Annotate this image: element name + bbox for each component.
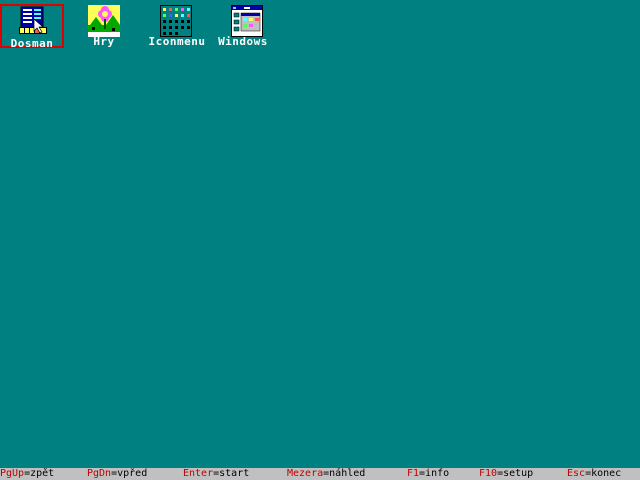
icon-label-hry: Hry (93, 35, 115, 48)
icon-label-windows: Windows (218, 35, 268, 48)
status-bar: PgUp=zpět PgDn=vpřed Enter=start Mezera=… (0, 468, 640, 480)
hint-pgup[interactable]: PgUp=zpět (0, 468, 54, 480)
hint-esc[interactable]: Esc=konec (567, 468, 621, 480)
iconmenu-grid-icon (160, 5, 192, 37)
desktop-icon-iconmenu[interactable]: Iconmenu (144, 4, 210, 48)
hint-key-f1: F1 (407, 468, 420, 479)
hint-key-pgup: PgUp (0, 468, 25, 479)
hint-pgdn[interactable]: PgDn=vpřed (87, 468, 147, 480)
hint-f1[interactable]: F1=info (407, 468, 449, 480)
hint-action-info: info (425, 468, 450, 479)
icon-label-dosman: Dosman (10, 37, 54, 50)
desktop: Dosman Hry Iconmenu Windows (0, 0, 640, 468)
desktop-icon-hry[interactable]: Hry (80, 4, 128, 48)
hint-mezera[interactable]: Mezera=náhled (287, 468, 365, 480)
hint-key-f10: F10 (479, 468, 498, 479)
desktop-icon-windows[interactable]: Windows (214, 4, 272, 48)
hint-action-vpred: vpřed (117, 468, 148, 479)
hint-key-mezera: Mezera (287, 468, 324, 479)
hint-key-esc: Esc (567, 468, 586, 479)
hint-enter[interactable]: Enter=start (183, 468, 249, 480)
hint-key-enter: Enter (183, 468, 214, 479)
hint-key-pgdn: PgDn (87, 468, 112, 479)
windows-program-manager-icon (231, 5, 263, 37)
hint-action-start: start (219, 468, 250, 479)
hint-action-nahled: náhled (329, 468, 366, 479)
games-flower-icon (88, 5, 120, 37)
hint-f10[interactable]: F10=setup (479, 468, 533, 480)
hint-action-konec: konec (591, 468, 622, 479)
desktop-icon-dosman[interactable]: Dosman (0, 4, 64, 50)
hint-action-zpet: zpět (30, 468, 55, 479)
dosman-file-manager-icon (19, 6, 47, 34)
icon-label-iconmenu: Iconmenu (148, 35, 206, 48)
hint-action-setup: setup (503, 468, 534, 479)
